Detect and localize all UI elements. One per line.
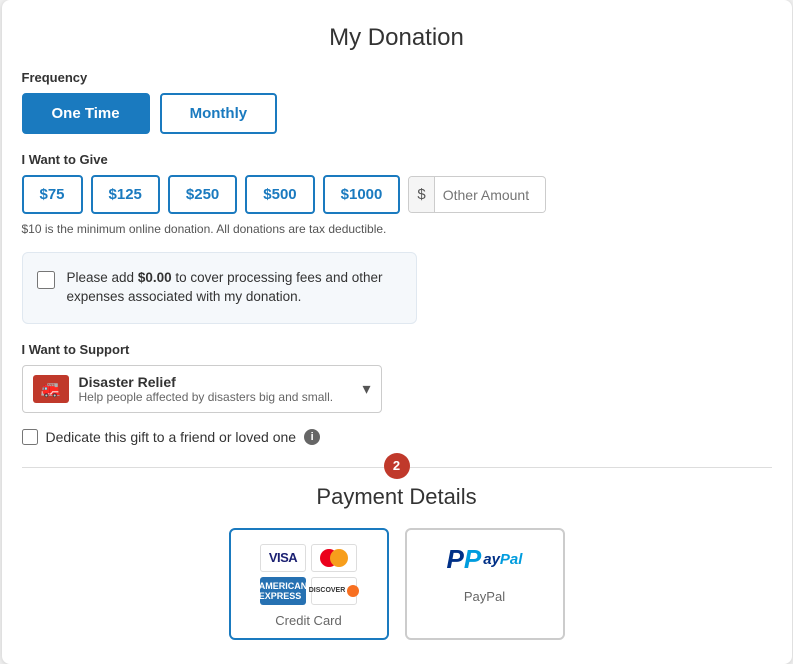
support-dropdown-left: 🚒 Disaster Relief Help people affected b…	[33, 374, 334, 404]
discover-dot	[347, 585, 359, 597]
dedicate-checkbox[interactable]	[22, 429, 38, 445]
support-subtitle: Help people affected by disasters big an…	[79, 390, 334, 404]
frequency-row: One Time Monthly	[22, 93, 772, 134]
mastercard-logo	[311, 544, 357, 572]
min-donation-text: $10 is the minimum online donation. All …	[22, 222, 772, 236]
processing-fee-checkbox[interactable]	[37, 271, 55, 289]
dollar-sign: $	[409, 177, 434, 212]
step-badge: 2	[384, 453, 410, 479]
frequency-label: Frequency	[22, 70, 772, 85]
dedicate-label: Dedicate this gift to a friend or loved …	[46, 429, 297, 445]
paypal-p-blue: P	[447, 544, 464, 575]
support-dropdown[interactable]: 🚒 Disaster Relief Help people affected b…	[22, 365, 382, 413]
chevron-down-icon: ▾	[362, 379, 370, 399]
amount-row: $75 $125 $250 $500 $1000 $	[22, 175, 772, 214]
processing-fee-text: Please add $0.00 to cover processing fee…	[67, 269, 402, 307]
donation-form: My Donation Frequency One Time Monthly I…	[2, 0, 792, 664]
discover-text: DISCOVER	[309, 585, 360, 597]
discover-logo: DISCOVER	[311, 577, 357, 605]
support-label: I Want to Support	[22, 342, 772, 357]
info-icon[interactable]: i	[304, 429, 320, 445]
give-label: I Want to Give	[22, 152, 772, 167]
amount-500[interactable]: $500	[245, 175, 314, 214]
payment-options: VISA AMERICAN EXPRESS DISCOVER Credit Ca…	[22, 528, 772, 640]
cc-logos: VISA AMERICAN EXPRESS DISCOVER	[260, 544, 357, 605]
payment-title: Payment Details	[22, 484, 772, 510]
other-amount-input[interactable]	[435, 178, 545, 212]
support-title: Disaster Relief	[79, 374, 334, 390]
divider-section: 2	[22, 467, 772, 468]
amount-1000[interactable]: $1000	[323, 175, 401, 214]
visa-logo: VISA	[260, 544, 306, 572]
processing-fee-box: Please add $0.00 to cover processing fee…	[22, 252, 417, 324]
amount-75[interactable]: $75	[22, 175, 83, 214]
amex-logo: AMERICAN EXPRESS	[260, 577, 306, 605]
credit-card-option[interactable]: VISA AMERICAN EXPRESS DISCOVER Credit Ca…	[229, 528, 389, 640]
paypal-text-light: Pal	[500, 551, 523, 568]
monthly-button[interactable]: Monthly	[160, 93, 278, 134]
amount-125[interactable]: $125	[91, 175, 160, 214]
mc-circles	[320, 549, 348, 567]
amount-250[interactable]: $250	[168, 175, 237, 214]
paypal-p-light: P	[464, 544, 481, 575]
support-section: I Want to Support 🚒 Disaster Relief Help…	[22, 342, 772, 413]
dedicate-row: Dedicate this gift to a friend or loved …	[22, 429, 772, 445]
disaster-icon: 🚒	[33, 375, 69, 403]
other-amount-wrapper: $	[408, 176, 545, 213]
paypal-option[interactable]: PP ayPal PayPal	[405, 528, 565, 640]
paypal-logo: PP ayPal	[447, 544, 523, 575]
paypal-label: PayPal	[464, 589, 505, 604]
paypal-text-blue: ay	[483, 551, 500, 568]
page-title: My Donation	[22, 24, 772, 52]
credit-card-label: Credit Card	[275, 613, 341, 628]
mc-circle-orange	[330, 549, 348, 567]
support-dropdown-text: Disaster Relief Help people affected by …	[79, 374, 334, 404]
one-time-button[interactable]: One Time	[22, 93, 150, 134]
